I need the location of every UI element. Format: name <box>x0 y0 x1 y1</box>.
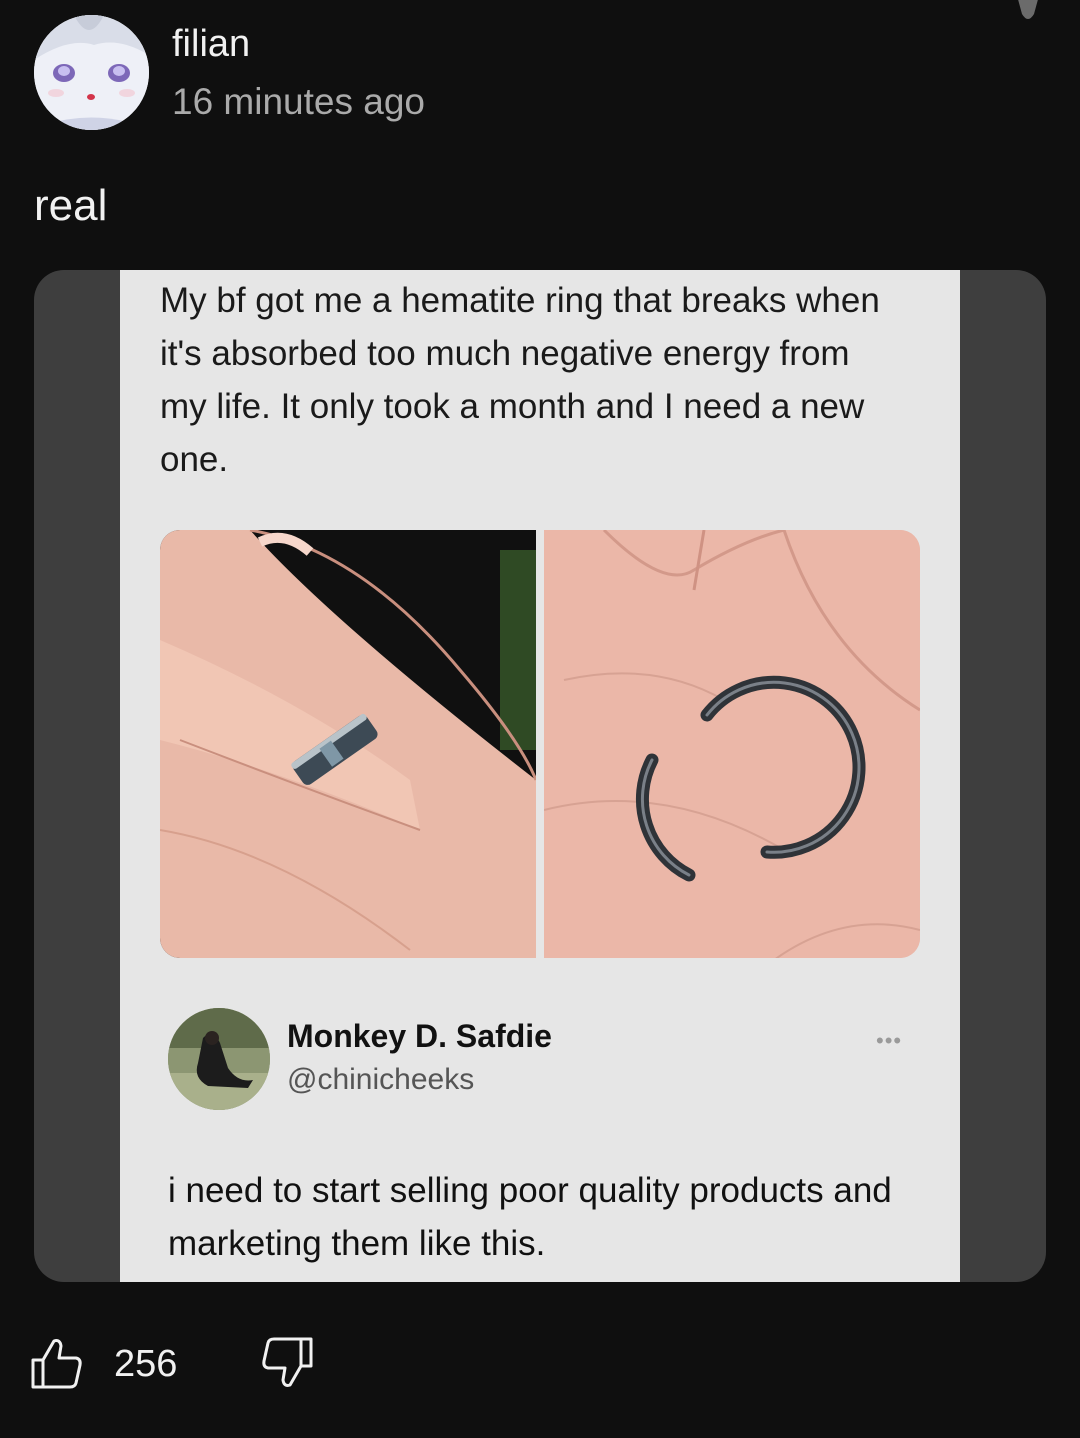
tweet-handle: @chinicheeks <box>287 1063 475 1096</box>
hand-wearing-ring-photo <box>160 530 536 958</box>
tweet-text: i need to start selling poor quality pro… <box>168 1171 892 1263</box>
thumbs-up-icon[interactable] <box>30 1336 84 1390</box>
meme-image: My bf got me a hematite ring that breaks… <box>120 270 960 1282</box>
avatar[interactable] <box>34 15 149 130</box>
comment-page: filian 16 minutes ago real My bf got me … <box>0 0 1080 1438</box>
tweet-avatar <box>168 1008 270 1110</box>
more-options-icon: ••• <box>876 1028 903 1053</box>
image-attachment[interactable]: My bf got me a hematite ring that breaks… <box>34 270 1046 1282</box>
tweet-display-name: Monkey D. Safdie <box>287 1018 552 1054</box>
comment-text: real <box>34 181 108 230</box>
meme-caption: My bf got me a hematite ring that breaks… <box>160 281 880 479</box>
comment-author[interactable]: filian <box>172 22 250 66</box>
broken-ring-in-palm-photo <box>544 530 920 958</box>
comment-timestamp: 16 minutes ago <box>172 81 426 122</box>
avatar-anime-girl-icon <box>34 15 149 130</box>
thumbs-down-icon[interactable] <box>260 1336 314 1390</box>
like-count: 256 <box>114 1343 178 1385</box>
menu-pin-icon[interactable] <box>1012 0 1044 26</box>
